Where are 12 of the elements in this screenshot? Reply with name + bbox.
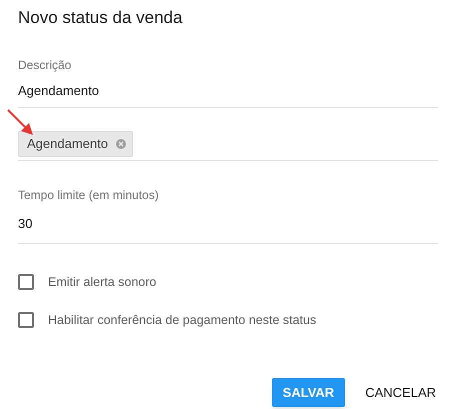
arrow-drawing xyxy=(7,109,33,135)
checkbox-label: Habilitar conferência de pagamento neste status xyxy=(48,312,316,329)
checkbox[interactable] xyxy=(18,312,34,328)
field-label: Descrição xyxy=(18,57,72,73)
chip[interactable]: Agendamento xyxy=(18,131,133,157)
dialog-title: Novo status da venda xyxy=(18,8,184,28)
checkbox-label: Emitir alerta sonoro xyxy=(48,274,156,291)
text-field[interactable]: Agendamento xyxy=(18,73,438,107)
checkbox[interactable] xyxy=(18,274,34,290)
cancel-button[interactable]: CANCELAR xyxy=(365,378,436,407)
field-label: Tempo limite (em minutos) xyxy=(18,187,160,203)
number-field[interactable]: 30 xyxy=(18,203,438,243)
